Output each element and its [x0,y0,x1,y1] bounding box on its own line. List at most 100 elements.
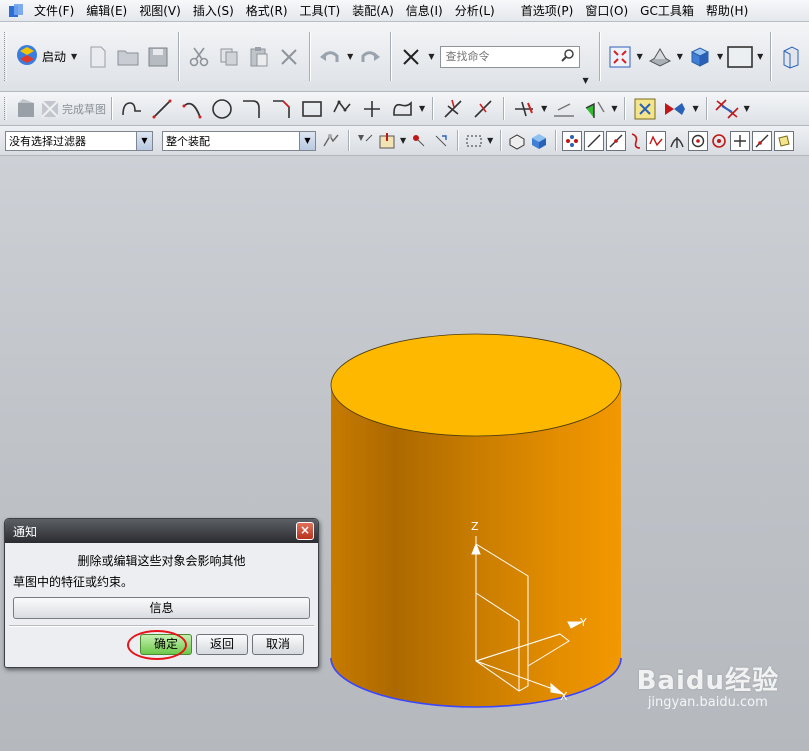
redo-icon[interactable] [357,43,383,71]
menu-assembly[interactable]: 装配(A) [346,0,400,22]
snap-intersection-icon[interactable] [669,127,685,155]
menu-file[interactable]: 文件(F) [28,0,80,22]
snap-point-icon[interactable] [730,130,751,151]
select-solid-icon[interactable] [530,127,548,155]
background-dropdown-arrow-icon[interactable]: ▼ [757,52,763,61]
profile-icon[interactable] [119,95,145,123]
background-icon[interactable] [727,43,753,71]
menu-insert[interactable]: 插入(S) [187,0,240,22]
arc-icon[interactable] [179,95,205,123]
quick-extend-icon[interactable] [470,95,496,123]
studio-spline-icon[interactable] [389,95,415,123]
copy-icon[interactable] [216,43,242,71]
menu-gc-toolbox[interactable]: GC工具箱 [634,0,700,22]
snap-dropdown-arrow-icon[interactable]: ▼ [400,136,406,145]
type-filter-select[interactable]: 没有选择过滤器 ▼ [5,130,153,151]
pick-arrow-icon[interactable] [432,127,450,155]
back-button[interactable]: 返回 [196,634,248,655]
circle-icon[interactable] [209,95,235,123]
search-dropdown-arrow-icon[interactable]: ▼ [582,76,588,85]
mirror-dropdown-arrow-icon[interactable]: ▼ [611,104,617,113]
constraint-dropdown-arrow-icon[interactable]: ▼ [692,104,698,113]
mirror-curve-icon[interactable] [581,95,607,123]
delete-x-icon[interactable] [398,43,424,71]
auto-constraint-icon[interactable] [662,95,688,123]
menu-view[interactable]: 视图(V) [133,0,187,22]
assembly-icon[interactable] [778,43,804,71]
cancel-button[interactable]: 取消 [252,634,304,655]
snap-endpoint-icon[interactable] [562,130,583,151]
orient-view-dropdown-arrow-icon[interactable]: ▼ [717,52,723,61]
select-body-icon[interactable] [508,127,526,155]
open-folder-icon[interactable] [115,43,141,71]
point-icon[interactable] [359,95,385,123]
snap-curve-icon[interactable] [629,127,643,155]
fillet-icon[interactable] [239,95,265,123]
select-dropdown-arrow-icon[interactable]: ▼ [487,136,493,145]
snap-line-icon[interactable] [584,130,605,151]
new-file-icon[interactable] [85,43,111,71]
snap-center-icon[interactable] [688,130,709,151]
menu-help[interactable]: 帮助(H) [700,0,754,22]
fit-view-icon[interactable] [607,43,633,71]
feature-intersection-icon[interactable] [378,127,396,155]
quick-trim-icon[interactable] [440,95,466,123]
search-icon[interactable] [561,48,575,65]
constraint-icon[interactable] [632,95,658,123]
orient-view-icon[interactable] [687,43,713,71]
cut-icon[interactable] [186,43,212,71]
delete-dropdown-arrow-icon[interactable]: ▼ [428,52,434,61]
command-search-input[interactable] [440,45,581,68]
render-style-icon[interactable] [647,43,673,71]
start-icon [15,43,39,70]
menu-preferences[interactable]: 首选项(P) [515,0,580,22]
pick-dot-icon[interactable] [410,127,428,155]
render-style-dropdown-arrow-icon[interactable]: ▼ [677,52,683,61]
save-icon[interactable] [145,43,171,71]
general-selection-filter-icon[interactable] [321,127,341,155]
menu-edit[interactable]: 编辑(E) [80,0,133,22]
rectangle-icon[interactable] [299,95,325,123]
rectangle-select-icon[interactable] [465,127,483,155]
menu-information[interactable]: 信息(I) [400,0,449,22]
menu-format[interactable]: 格式(R) [240,0,294,22]
finish-sketch-button[interactable]: 完成草图 [41,99,106,118]
close-icon[interactable]: × [296,522,314,540]
info-button[interactable]: 信息 [13,597,310,619]
menu-tools[interactable]: 工具(T) [294,0,347,22]
select-feature-icon[interactable] [356,127,374,155]
selection-scope-select[interactable]: 整个装配 ▼ [162,130,316,151]
undo-dropdown-arrow-icon[interactable]: ▼ [347,52,353,61]
snap-on-curve-icon[interactable] [752,130,773,151]
sketch-icon[interactable] [13,95,39,123]
dialog-divider [9,625,314,627]
dimension-icon[interactable] [714,95,740,123]
x-axis-label: X [560,690,568,703]
fit-view-dropdown-arrow-icon[interactable]: ▼ [637,52,643,61]
menu-analysis[interactable]: 分析(L) [449,0,501,22]
snap-face-icon[interactable] [774,130,795,151]
offset-curve-icon[interactable] [551,95,577,123]
menu-window[interactable]: 窗口(O) [579,0,634,22]
ok-button[interactable]: 确定 [140,634,192,655]
cylinder-top-face[interactable] [330,333,622,437]
start-button[interactable]: 启动 ▼ [11,42,83,72]
corner-dropdown-arrow-icon[interactable]: ▼ [541,104,547,113]
chamfer-icon[interactable] [269,95,295,123]
toolbar-grip[interactable] [4,96,7,121]
snap-spline-icon[interactable] [646,130,667,151]
undo-icon[interactable] [317,43,343,71]
toolbar-grip[interactable] [4,32,7,81]
snap-midpoint-icon[interactable] [606,130,627,151]
dialog-message-line1: 删除或编辑这些对象会影响其他 [77,554,246,568]
snap-quadrant-icon[interactable] [711,127,727,155]
dialog-title-bar[interactable]: 通知 × [5,519,318,543]
dimension-dropdown-arrow-icon[interactable]: ▼ [744,104,750,113]
command-search-field[interactable] [445,50,556,63]
polygon-icon[interactable] [329,95,355,123]
paste-icon[interactable] [246,43,272,71]
make-corner-icon[interactable] [511,95,537,123]
delete-icon[interactable] [276,43,302,71]
line-icon[interactable] [149,95,175,123]
curve-dropdown-arrow-icon[interactable]: ▼ [419,104,425,113]
